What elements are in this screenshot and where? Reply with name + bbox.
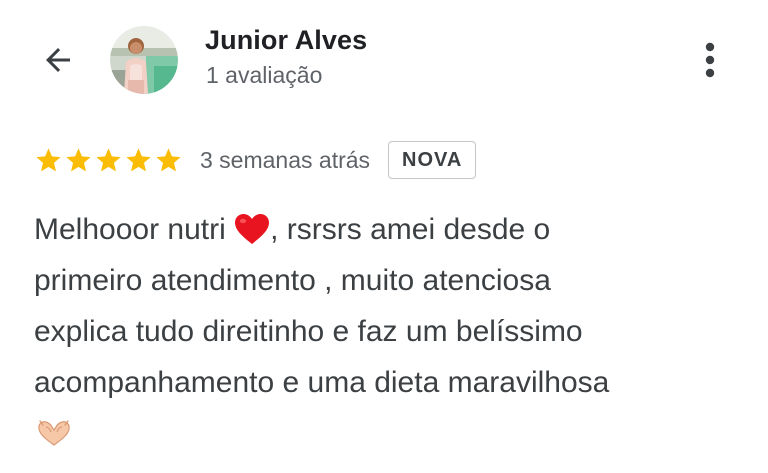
star-icon <box>126 147 151 171</box>
review-line-2: primeiro atendimento , muito atenciosa <box>34 264 551 297</box>
star-icon <box>66 147 91 171</box>
review-header: Junior Alves 1 avaliação <box>0 0 768 120</box>
review-text: Melhooor nutri , rsrsrs amei desde o pri… <box>34 204 754 459</box>
review-line-5 <box>34 408 754 459</box>
avatar-photo <box>110 26 178 94</box>
review-line-3: explica tudo direitinho e faz um belíssi… <box>34 315 583 348</box>
review-text-segment: , rsrsrs amei desde o <box>270 213 551 246</box>
star-rating <box>34 146 183 175</box>
review-date: 3 semanas atrás <box>200 146 371 173</box>
star-icon <box>156 147 181 171</box>
star-icon <box>96 147 121 171</box>
review-line-4: acompanhamento e uma dieta maravilhosa <box>34 366 610 399</box>
rating-row: 3 semanas atrás NOVA <box>34 137 477 183</box>
heart-hands-icon <box>38 420 70 446</box>
star-icon <box>36 147 61 171</box>
more-options-button[interactable] <box>690 36 730 84</box>
review-line-1: Melhooor nutri , rsrsrs amei desde o <box>34 204 754 255</box>
more-vertical-icon <box>705 42 715 78</box>
reviewer-name[interactable]: Junior Alves <box>205 25 367 56</box>
avatar[interactable] <box>110 26 178 94</box>
new-badge: NOVA <box>388 141 477 179</box>
back-button[interactable] <box>34 38 82 82</box>
red-heart-icon <box>235 214 270 244</box>
review-text-segment: Melhooor nutri <box>34 213 235 246</box>
review-count: 1 avaliação <box>206 62 323 88</box>
arrow-left-icon <box>46 48 70 72</box>
